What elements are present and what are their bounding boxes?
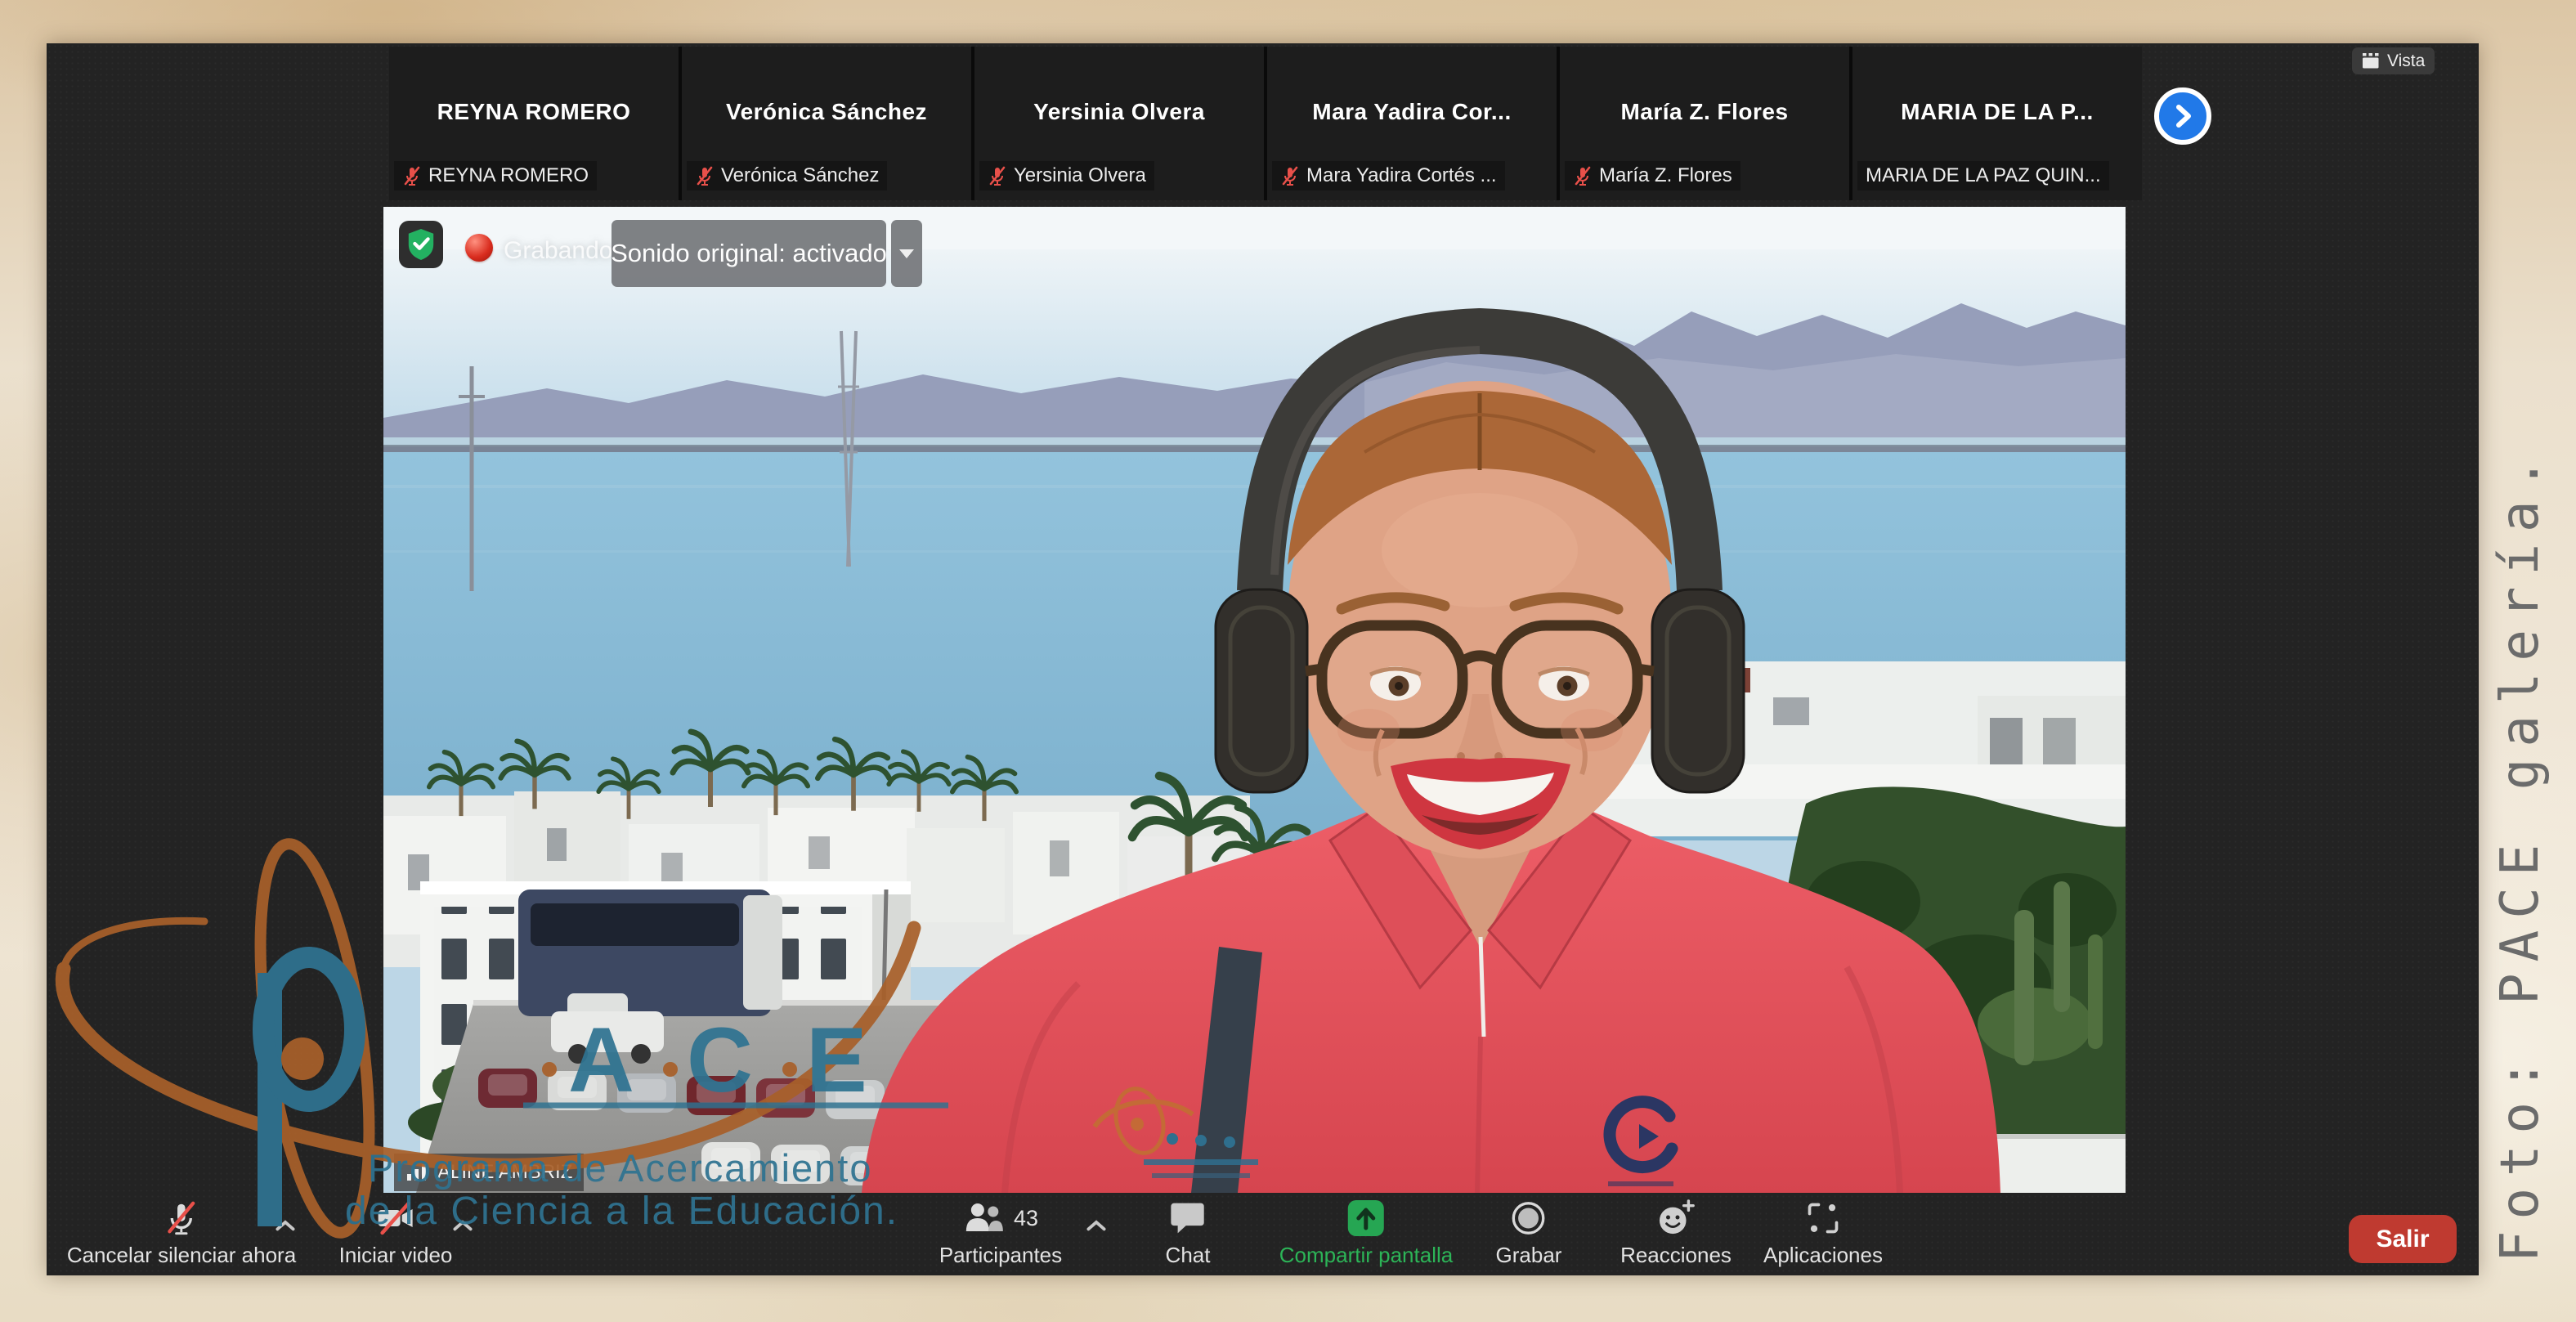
participant-footer: María Z. Flores <box>1565 161 1740 190</box>
participants-icon <box>963 1199 1006 1237</box>
recording-label: Grabando <box>504 237 612 265</box>
participant-footer: MARIA DE LA PAZ QUIN... <box>1857 161 2109 190</box>
participants-button[interactable]: 43 Participantes <box>939 1198 1062 1268</box>
participants-count: 43 <box>1014 1206 1038 1231</box>
unmute-button[interactable]: Cancelar silenciar ahora <box>67 1198 296 1268</box>
participants-strip: REYNA ROMERO REYNA ROMERO Verónica Sánch… <box>389 47 2142 200</box>
participant-footer: Mara Yadira Cortés ... <box>1272 161 1505 190</box>
chevron-up-icon <box>453 1219 473 1231</box>
participant-tile[interactable]: Mara Yadira Cor... Mara Yadira Cortés ..… <box>1267 47 1557 200</box>
reactions-label: Reacciones <box>1620 1243 1732 1268</box>
original-sound-dropdown[interactable] <box>891 220 922 287</box>
start-video-label: Iniciar video <box>339 1243 453 1268</box>
speaker-name-text: ALINE AMBRIZ <box>437 1161 572 1184</box>
original-sound-badge[interactable]: Sonido original: activado <box>612 220 886 287</box>
participant-name: Mara Yadira Cor... <box>1267 99 1557 125</box>
start-video-button[interactable]: Iniciar video <box>339 1198 453 1268</box>
participant-tile[interactable]: Yersinia Olvera Yersinia Olvera <box>974 47 1264 200</box>
photo-credit-text: Foto: PACE galería. <box>2490 446 2551 1262</box>
chevron-up-icon <box>1086 1219 1106 1231</box>
unmute-label: Cancelar silenciar ahora <box>67 1243 296 1268</box>
next-participants-page-button[interactable] <box>2154 87 2211 145</box>
participant-tile[interactable]: Verónica Sánchez Verónica Sánchez <box>682 47 971 200</box>
participant-footer: REYNA ROMERO <box>394 161 597 190</box>
muted-mic-icon <box>163 1199 200 1238</box>
participant-footer-text: Mara Yadira Cortés ... <box>1306 164 1497 187</box>
participant-footer-text: Yersinia Olvera <box>1014 164 1146 187</box>
gallery-view-icon <box>2362 53 2380 69</box>
zoom-meeting-window: Vista REYNA ROMERO REYNA ROMERO Verónica… <box>47 43 2479 1275</box>
participant-footer-text: María Z. Flores <box>1599 164 1732 187</box>
participant-tile[interactable]: MARIA DE LA P... MARIA DE LA PAZ QUIN... <box>1852 47 2142 200</box>
mic-options-caret[interactable] <box>276 1219 295 1235</box>
chat-label: Chat <box>1166 1243 1211 1268</box>
muted-mic-icon <box>988 165 1007 186</box>
muted-camera-icon <box>376 1199 415 1238</box>
participant-footer-text: REYNA ROMERO <box>428 164 589 187</box>
audio-level-icon <box>405 1161 430 1184</box>
muted-mic-icon <box>695 165 715 186</box>
speaker-name-tag: ALINE AMBRIZ <box>394 1154 584 1191</box>
view-button[interactable]: Vista <box>2352 47 2435 74</box>
apps-button[interactable]: Aplicaciones <box>1763 1198 1883 1268</box>
reactions-button[interactable]: Reacciones <box>1620 1198 1732 1268</box>
muted-mic-icon <box>1280 165 1300 186</box>
record-button[interactable]: Grabar <box>1496 1198 1562 1268</box>
participant-name: Verónica Sánchez <box>682 99 971 125</box>
active-speaker-video: Grabando Sonido original: activado ALINE… <box>383 207 2126 1193</box>
chat-icon <box>1170 1201 1206 1235</box>
chevron-right-icon <box>2171 102 2195 130</box>
bus <box>518 890 782 1016</box>
participant-footer-text: MARIA DE LA PAZ QUIN... <box>1866 164 2101 187</box>
participant-name: MARIA DE LA P... <box>1852 99 2142 125</box>
participants-label: Participantes <box>939 1243 1062 1268</box>
record-icon <box>1510 1199 1548 1237</box>
caret-down-icon <box>899 249 914 258</box>
recording-indicator-icon <box>465 234 493 262</box>
participant-name: REYNA ROMERO <box>389 99 679 125</box>
video-scene <box>383 207 2126 1193</box>
participant-name: Yersinia Olvera <box>974 99 1264 125</box>
share-screen-button[interactable]: Compartir pantalla <box>1279 1198 1453 1268</box>
leave-meeting-button[interactable]: Salir <box>2349 1215 2457 1263</box>
video-options-caret[interactable] <box>453 1219 473 1235</box>
apps-label: Aplicaciones <box>1763 1243 1883 1268</box>
participant-tile[interactable]: María Z. Flores María Z. Flores <box>1560 47 1849 200</box>
share-screen-icon <box>1347 1199 1385 1237</box>
participant-tile[interactable]: REYNA ROMERO REYNA ROMERO <box>389 47 679 200</box>
apps-icon <box>1805 1200 1841 1236</box>
view-button-label: Vista <box>2387 52 2425 71</box>
muted-mic-icon <box>402 165 422 186</box>
participants-options-caret[interactable] <box>1086 1219 1106 1235</box>
participant-footer: Yersinia Olvera <box>979 161 1154 190</box>
share-screen-label: Compartir pantalla <box>1279 1243 1453 1268</box>
record-label: Grabar <box>1496 1243 1562 1268</box>
participant-name: María Z. Flores <box>1560 99 1849 125</box>
muted-mic-icon <box>1573 165 1593 186</box>
participant-footer: Verónica Sánchez <box>687 161 887 190</box>
chevron-up-icon <box>276 1219 295 1231</box>
photo-credit: Foto: PACE galería. <box>2484 441 2557 1267</box>
chat-button[interactable]: Chat <box>1166 1198 1211 1268</box>
meeting-security-badge[interactable] <box>399 221 443 268</box>
reactions-icon <box>1656 1199 1696 1237</box>
participant-footer-text: Verónica Sánchez <box>721 164 879 187</box>
shield-check-icon <box>405 227 437 262</box>
